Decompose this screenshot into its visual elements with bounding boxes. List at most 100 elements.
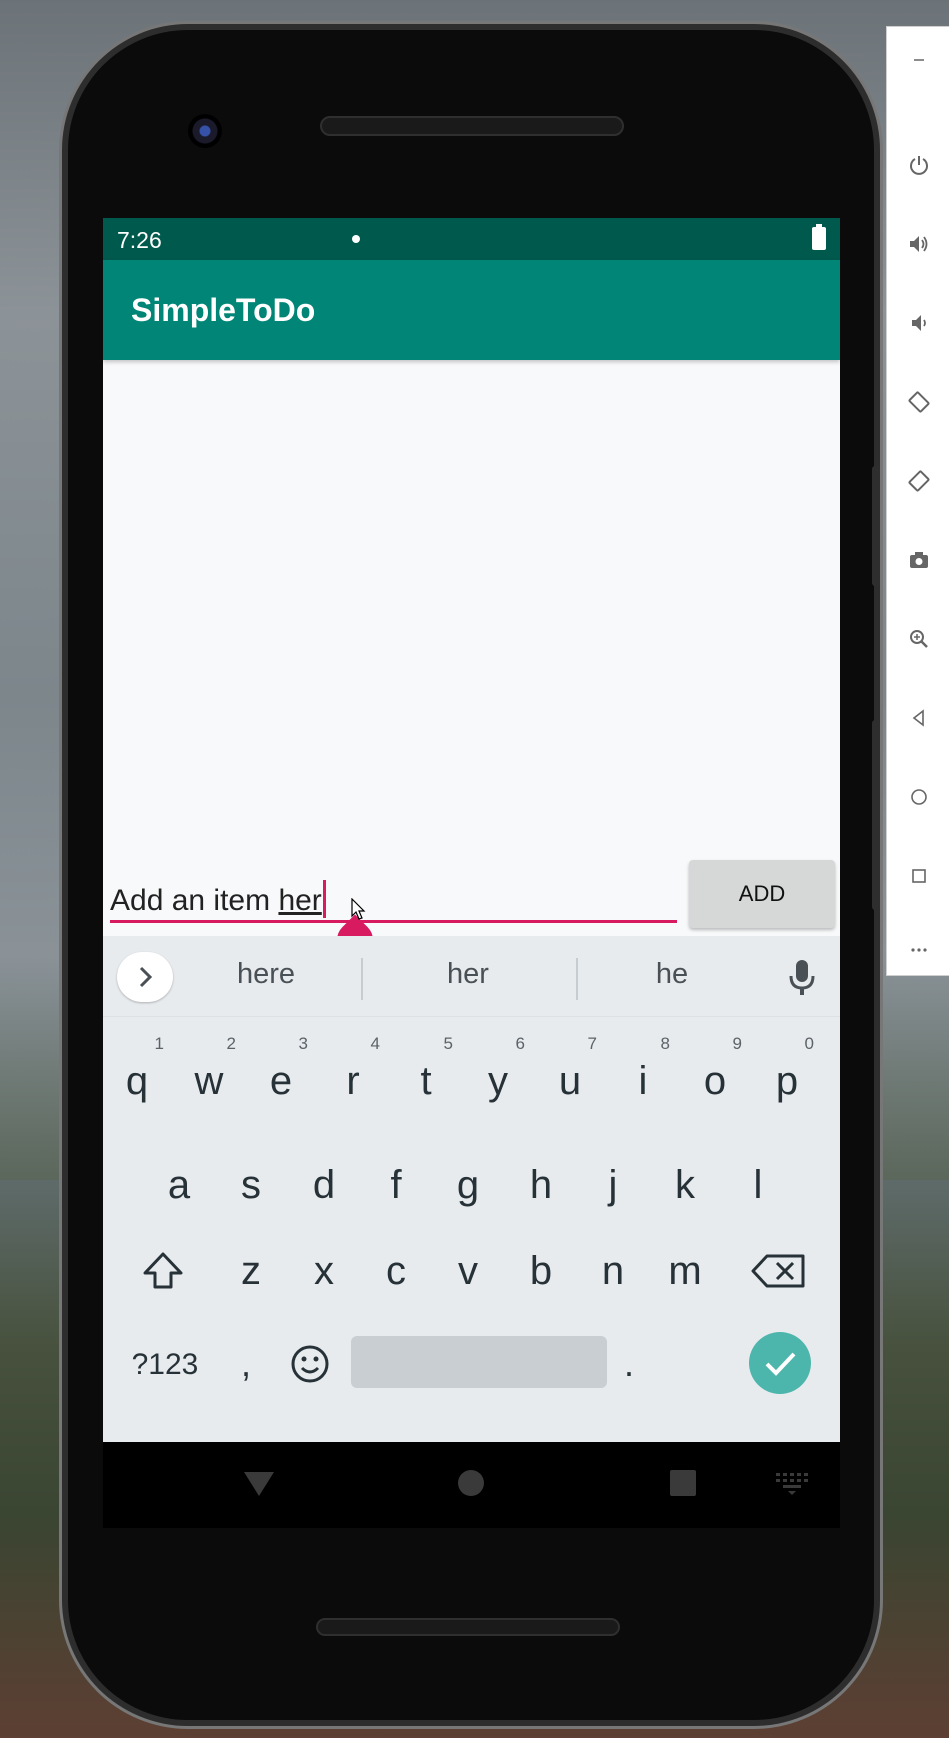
key-y[interactable]: y6	[465, 1034, 531, 1126]
emulator-more-button[interactable]	[887, 925, 949, 975]
emulator-power-button[interactable]	[887, 135, 949, 195]
home-icon[interactable]	[456, 1468, 486, 1498]
key-w[interactable]: w2	[176, 1034, 242, 1126]
zoom-icon	[909, 630, 928, 648]
key-label: y	[488, 1059, 508, 1103]
key-t[interactable]: t5	[393, 1034, 459, 1126]
key-label: i	[638, 1059, 648, 1103]
emulator-rotate-left-button[interactable]	[887, 372, 949, 432]
navigation-bar	[103, 1442, 840, 1528]
soft-keyboard: here her he q1 w2 e3 r4 t5 y6 u7 i8 o9 p…	[103, 936, 840, 1442]
key-hint: 8	[660, 1034, 670, 1053]
key-p[interactable]: p0	[754, 1034, 820, 1126]
suggestion-strip: here her he	[103, 936, 840, 1016]
key-o[interactable]: o9	[682, 1034, 748, 1126]
key-hint: 3	[298, 1034, 308, 1053]
text-caret	[322, 880, 326, 918]
emulator-volume-up-button[interactable]	[887, 214, 949, 274]
key-c[interactable]: c	[363, 1226, 429, 1316]
period-key[interactable]: .	[599, 1324, 659, 1404]
emulator-zoom-button[interactable]	[887, 609, 949, 669]
key-b[interactable]: b	[508, 1226, 574, 1316]
key-i[interactable]: i8	[610, 1034, 676, 1126]
emulator-overview-button[interactable]	[887, 846, 949, 906]
power-icon	[909, 156, 928, 175]
earpiece-speaker	[320, 116, 624, 136]
overview-icon	[911, 869, 926, 883]
add-button[interactable]: ADD	[689, 860, 835, 928]
key-a[interactable]: a	[146, 1140, 212, 1230]
minimize-icon	[913, 59, 924, 61]
key-label: o	[703, 1059, 727, 1103]
emulator-minimize-button[interactable]	[887, 31, 949, 87]
emulator-rotate-right-button[interactable]	[887, 451, 949, 511]
emulator-volume-down-button[interactable]	[887, 293, 949, 353]
shift-icon	[143, 1252, 183, 1289]
item-input-composing: her	[278, 884, 322, 917]
space-key[interactable]	[351, 1336, 607, 1388]
suggestion-item[interactable]: her	[393, 958, 543, 991]
suggestion-item[interactable]: he	[597, 958, 747, 991]
suggestion-item[interactable]: here	[191, 958, 341, 991]
key-v[interactable]: v	[435, 1226, 501, 1316]
emulator-back-button[interactable]	[887, 688, 949, 748]
phone-power-button	[872, 466, 880, 586]
item-input-underline	[110, 920, 677, 923]
item-input-prefix: Add an item	[110, 884, 279, 917]
back-icon	[912, 709, 924, 727]
volume-up-icon	[909, 236, 927, 252]
phone-volume-button	[872, 720, 880, 910]
keyboard-expand-button[interactable]	[117, 952, 173, 1002]
keyboard-switch-icon[interactable]	[775, 1472, 809, 1496]
key-n[interactable]: n	[580, 1226, 646, 1316]
key-q[interactable]: q1	[104, 1034, 170, 1126]
microphone-icon[interactable]	[786, 958, 818, 998]
key-h[interactable]: h	[508, 1140, 574, 1230]
key-u[interactable]: u7	[537, 1034, 603, 1126]
emulator-screenshot-button[interactable]	[887, 530, 949, 590]
item-input-text: Add an item her	[110, 880, 326, 918]
key-hint: 0	[804, 1034, 814, 1053]
key-label: p	[775, 1059, 799, 1103]
key-r[interactable]: r4	[320, 1034, 386, 1126]
key-hint: 1	[154, 1034, 164, 1053]
front-camera	[188, 114, 222, 148]
todo-list	[103, 360, 840, 860]
key-label: r	[346, 1059, 360, 1103]
shift-key[interactable]	[125, 1226, 201, 1316]
rotate-right-icon	[908, 470, 929, 492]
emulator-home-button[interactable]	[887, 767, 949, 827]
key-l[interactable]: l	[725, 1140, 791, 1230]
key-label: e	[269, 1059, 293, 1103]
backspace-icon	[751, 1254, 805, 1288]
battery-icon	[812, 224, 826, 250]
recents-icon[interactable]	[668, 1468, 698, 1498]
symbols-key[interactable]: ?123	[109, 1326, 221, 1404]
key-x[interactable]: x	[291, 1226, 357, 1316]
key-m[interactable]: m	[652, 1226, 718, 1316]
key-d[interactable]: d	[291, 1140, 357, 1230]
emoji-key[interactable]	[279, 1324, 341, 1404]
key-j[interactable]: j	[580, 1140, 646, 1230]
key-k[interactable]: k	[652, 1140, 718, 1230]
key-z[interactable]: z	[218, 1226, 284, 1316]
volume-down-icon	[911, 315, 926, 331]
comma-key[interactable]: ,	[219, 1324, 273, 1404]
backspace-key[interactable]	[741, 1226, 821, 1316]
back-icon[interactable]	[241, 1466, 277, 1502]
app-title: SimpleToDo	[131, 292, 316, 328]
key-label: u	[558, 1059, 582, 1103]
key-s[interactable]: s	[218, 1140, 284, 1230]
key-e[interactable]: e3	[248, 1034, 314, 1126]
suggestion-divider	[361, 958, 363, 1000]
key-hint: 4	[370, 1034, 380, 1053]
key-f[interactable]: f	[363, 1140, 429, 1230]
key-label: t	[420, 1059, 432, 1103]
key-label: q	[125, 1059, 149, 1103]
notification-dot-icon	[352, 235, 360, 243]
key-g[interactable]: g	[435, 1140, 501, 1230]
key-label: w	[194, 1059, 224, 1103]
enter-key[interactable]	[749, 1332, 811, 1394]
key-hint: 9	[732, 1034, 742, 1053]
item-input[interactable]: Add an item her	[110, 868, 677, 924]
